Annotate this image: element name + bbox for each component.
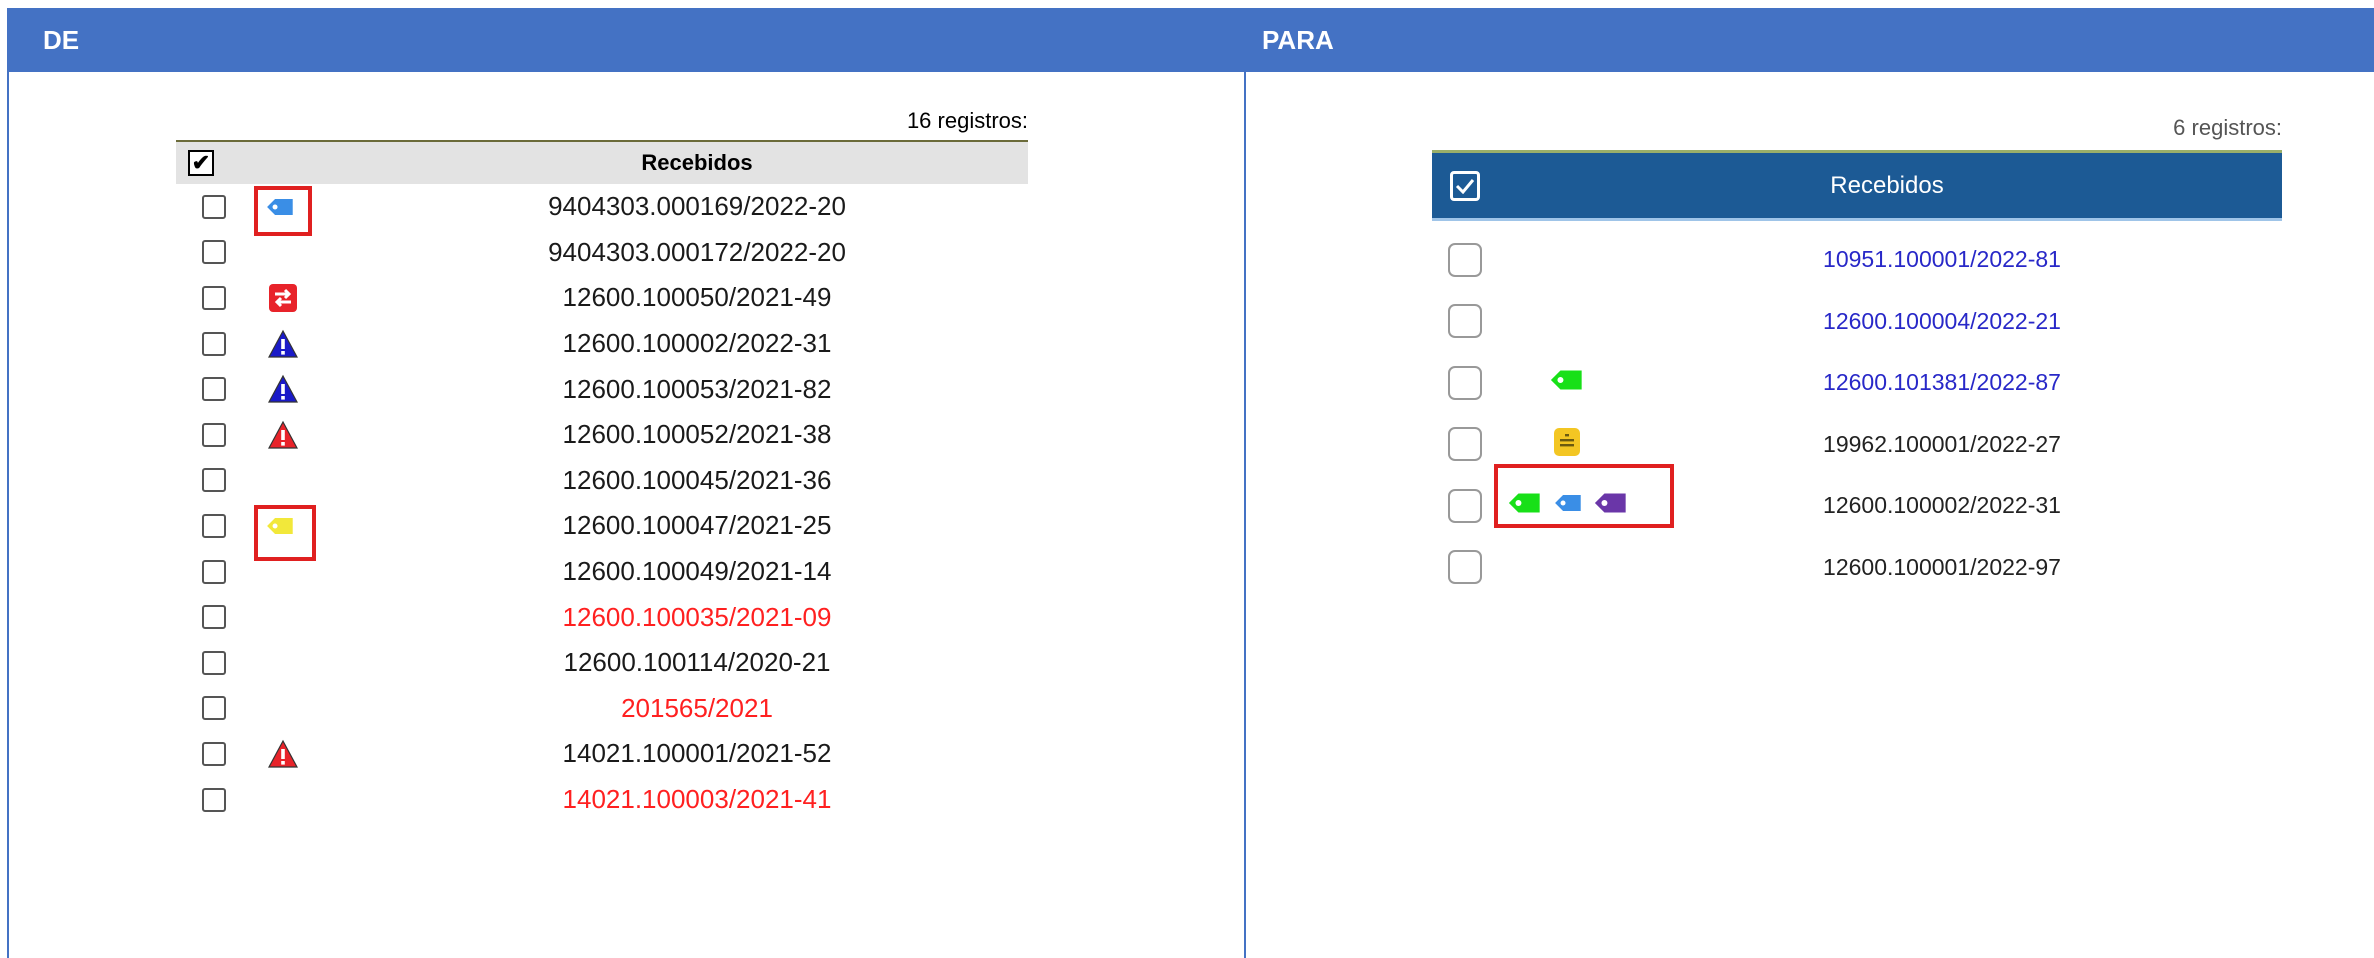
- row-checkbox[interactable]: [202, 194, 226, 219]
- de-table-header: ✔ Recebidos: [176, 140, 1028, 184]
- row-checkbox[interactable]: [202, 650, 226, 675]
- process-number[interactable]: 12600.100045/2021-36: [366, 465, 1028, 496]
- para-header-divider: [1432, 218, 2282, 221]
- row-checkbox[interactable]: [1448, 488, 1482, 523]
- de-panel-title: DE: [43, 24, 80, 55]
- row-checkbox[interactable]: [202, 696, 226, 721]
- table-row[interactable]: 12600.100004/2022-21: [1432, 291, 2282, 353]
- table-row[interactable]: 12600.100001/2022-97: [1432, 537, 2282, 599]
- table-row[interactable]: 12600.100035/2021-09: [176, 594, 1028, 640]
- row-checkbox[interactable]: [202, 331, 226, 356]
- table-row[interactable]: 12600.100050/2021-49: [176, 275, 1028, 321]
- process-number[interactable]: 12600.100035/2021-09: [366, 602, 1028, 633]
- row-checkbox[interactable]: [202, 513, 226, 538]
- row-checkbox[interactable]: [1448, 304, 1482, 339]
- de-rows: 9404303.000169/2022-20 9404303.000172/202…: [176, 184, 1028, 822]
- para-record-count: 6 registros:: [2173, 115, 2282, 140]
- process-number[interactable]: 12600.101381/2022-87: [1692, 369, 2192, 396]
- table-row[interactable]: 9404303.000172/2022-20: [176, 230, 1028, 276]
- process-number[interactable]: 201565/2021: [366, 693, 1028, 724]
- process-number[interactable]: 12600.100002/2022-31: [366, 328, 1028, 359]
- row-checkbox[interactable]: [1448, 550, 1482, 585]
- row-icons: [1550, 362, 1588, 403]
- yellow-note-icon: [1552, 426, 1582, 463]
- highlight-box-tag-yellow: [254, 505, 316, 561]
- para-panel-title: PARA: [1262, 24, 1334, 55]
- process-number[interactable]: 9404303.000172/2022-20: [366, 237, 1028, 268]
- process-number[interactable]: 12600.100047/2021-25: [366, 510, 1028, 541]
- row-checkbox[interactable]: [202, 741, 226, 766]
- table-row[interactable]: 12600.100053/2021-82: [176, 366, 1028, 412]
- process-number[interactable]: 12600.100053/2021-82: [366, 374, 1028, 405]
- row-checkbox[interactable]: [1448, 242, 1482, 277]
- process-number[interactable]: 14021.100003/2021-41: [366, 784, 1028, 815]
- table-row[interactable]: 14021.100003/2021-41: [176, 777, 1028, 823]
- row-checkbox[interactable]: [202, 468, 226, 493]
- row-checkbox[interactable]: [202, 422, 226, 447]
- process-number[interactable]: 12600.100114/2020-21: [366, 647, 1028, 678]
- process-number[interactable]: 12600.100052/2021-38: [366, 419, 1028, 450]
- process-number[interactable]: 12600.100049/2021-14: [366, 556, 1028, 587]
- row-checkbox[interactable]: [202, 377, 226, 402]
- table-row[interactable]: 12600.101381/2022-87: [1432, 352, 2282, 414]
- process-number[interactable]: 12600.100050/2021-49: [366, 282, 1028, 313]
- process-number[interactable]: 9404303.000169/2022-20: [366, 191, 1028, 222]
- para-table-header: Recebidos: [1432, 150, 2282, 218]
- table-row[interactable]: 12600.100045/2021-36: [176, 458, 1028, 504]
- row-checkbox[interactable]: [202, 559, 226, 584]
- red-transfer-icon: [266, 281, 300, 315]
- green-tag-icon: [1550, 362, 1588, 403]
- process-number[interactable]: 14021.100001/2021-52: [366, 738, 1028, 769]
- row-checkbox[interactable]: [202, 285, 226, 310]
- process-number[interactable]: 10951.100001/2022-81: [1692, 246, 2192, 273]
- highlight-box-tags-multi: [1494, 464, 1674, 528]
- row-checkbox[interactable]: [1448, 365, 1482, 400]
- de-column-title: Recebidos: [641, 150, 753, 175]
- process-number[interactable]: 12600.100001/2022-97: [1692, 554, 2192, 581]
- row-icons: [1552, 424, 1582, 464]
- process-number[interactable]: 12600.100002/2022-31: [1692, 492, 2192, 519]
- de-panel-header: DE: [7, 8, 1244, 72]
- highlight-box-tag-blue: [254, 186, 312, 236]
- para-rows: 10951.100001/2022-81 12600.100004/2022-21…: [1432, 229, 2282, 598]
- table-row[interactable]: 12600.100114/2020-21: [176, 640, 1028, 686]
- table-row[interactable]: 10951.100001/2022-81: [1432, 229, 2282, 291]
- para-column-title: Recebidos: [1830, 171, 1944, 199]
- row-checkbox[interactable]: [202, 240, 226, 265]
- de-record-count: 16 registros:: [906, 108, 1028, 133]
- blue-warning-icon: [266, 327, 300, 361]
- row-checkbox[interactable]: [202, 787, 226, 812]
- red-warning-icon: [266, 418, 300, 452]
- para-panel-header: PARA: [1244, 8, 2374, 72]
- red-warning-icon: [266, 737, 300, 771]
- table-row[interactable]: 14021.100001/2021-52: [176, 731, 1028, 777]
- row-checkbox[interactable]: [1448, 427, 1482, 462]
- process-number[interactable]: 12600.100004/2022-21: [1692, 308, 2192, 335]
- table-row[interactable]: 201565/2021: [176, 686, 1028, 732]
- process-number[interactable]: 19962.100001/2022-27: [1692, 431, 2192, 458]
- blue-warning-icon: [266, 372, 300, 406]
- table-row[interactable]: 12600.100002/2022-31: [176, 321, 1028, 367]
- row-checkbox[interactable]: [202, 605, 226, 630]
- table-row[interactable]: 12600.100052/2021-38: [176, 412, 1028, 458]
